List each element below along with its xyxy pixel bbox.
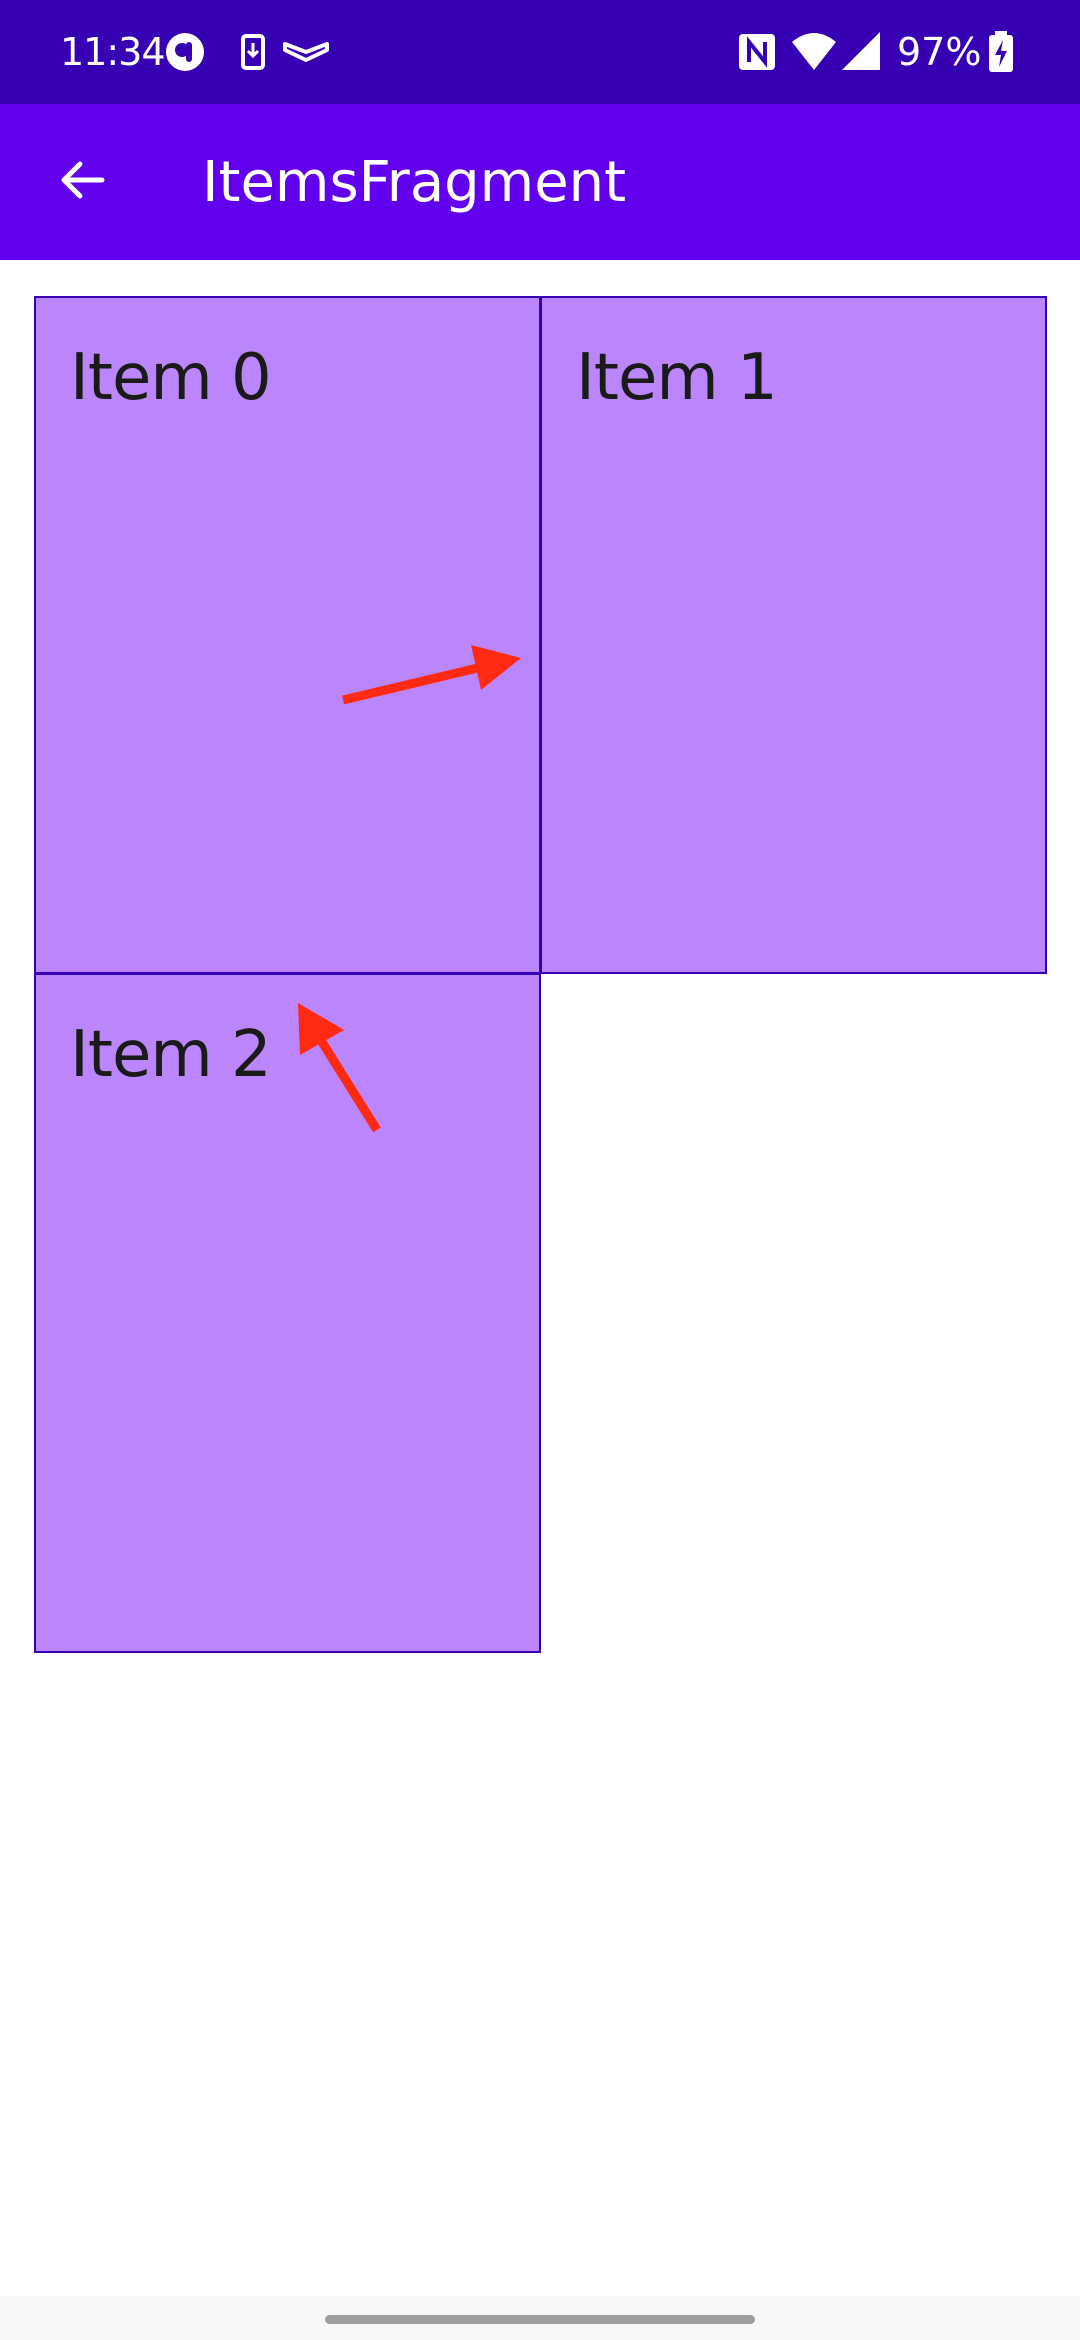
arrow-back-icon [54,152,110,213]
cell-signal-icon [840,30,884,74]
item-label: Item 1 [576,341,778,415]
status-time: 11:34 [60,30,166,74]
page-title: ItemsFragment [202,150,627,215]
gesture-nav-bar [0,2296,1080,2340]
app-bar: ItemsFragment [0,104,1080,260]
grid-item-2[interactable]: Item 2 [34,973,541,1653]
status-bar: 11:34 97% [0,0,1080,104]
grid-item-1[interactable]: Item 1 [540,296,1047,974]
item-label: Item 0 [70,341,272,415]
vpn-icon [281,30,331,74]
battery-charging-icon [986,30,1016,74]
wifi-icon [790,30,838,74]
grid-item-0[interactable]: Item 0 [34,296,541,974]
nfc-icon [735,30,779,74]
pocket-app-icon [163,30,207,74]
home-gesture-handle[interactable] [325,2315,755,2324]
battery-percent: 97% [897,30,982,74]
back-button[interactable] [40,140,124,224]
download-notification-icon [231,30,275,74]
item-label: Item 2 [70,1018,272,1092]
